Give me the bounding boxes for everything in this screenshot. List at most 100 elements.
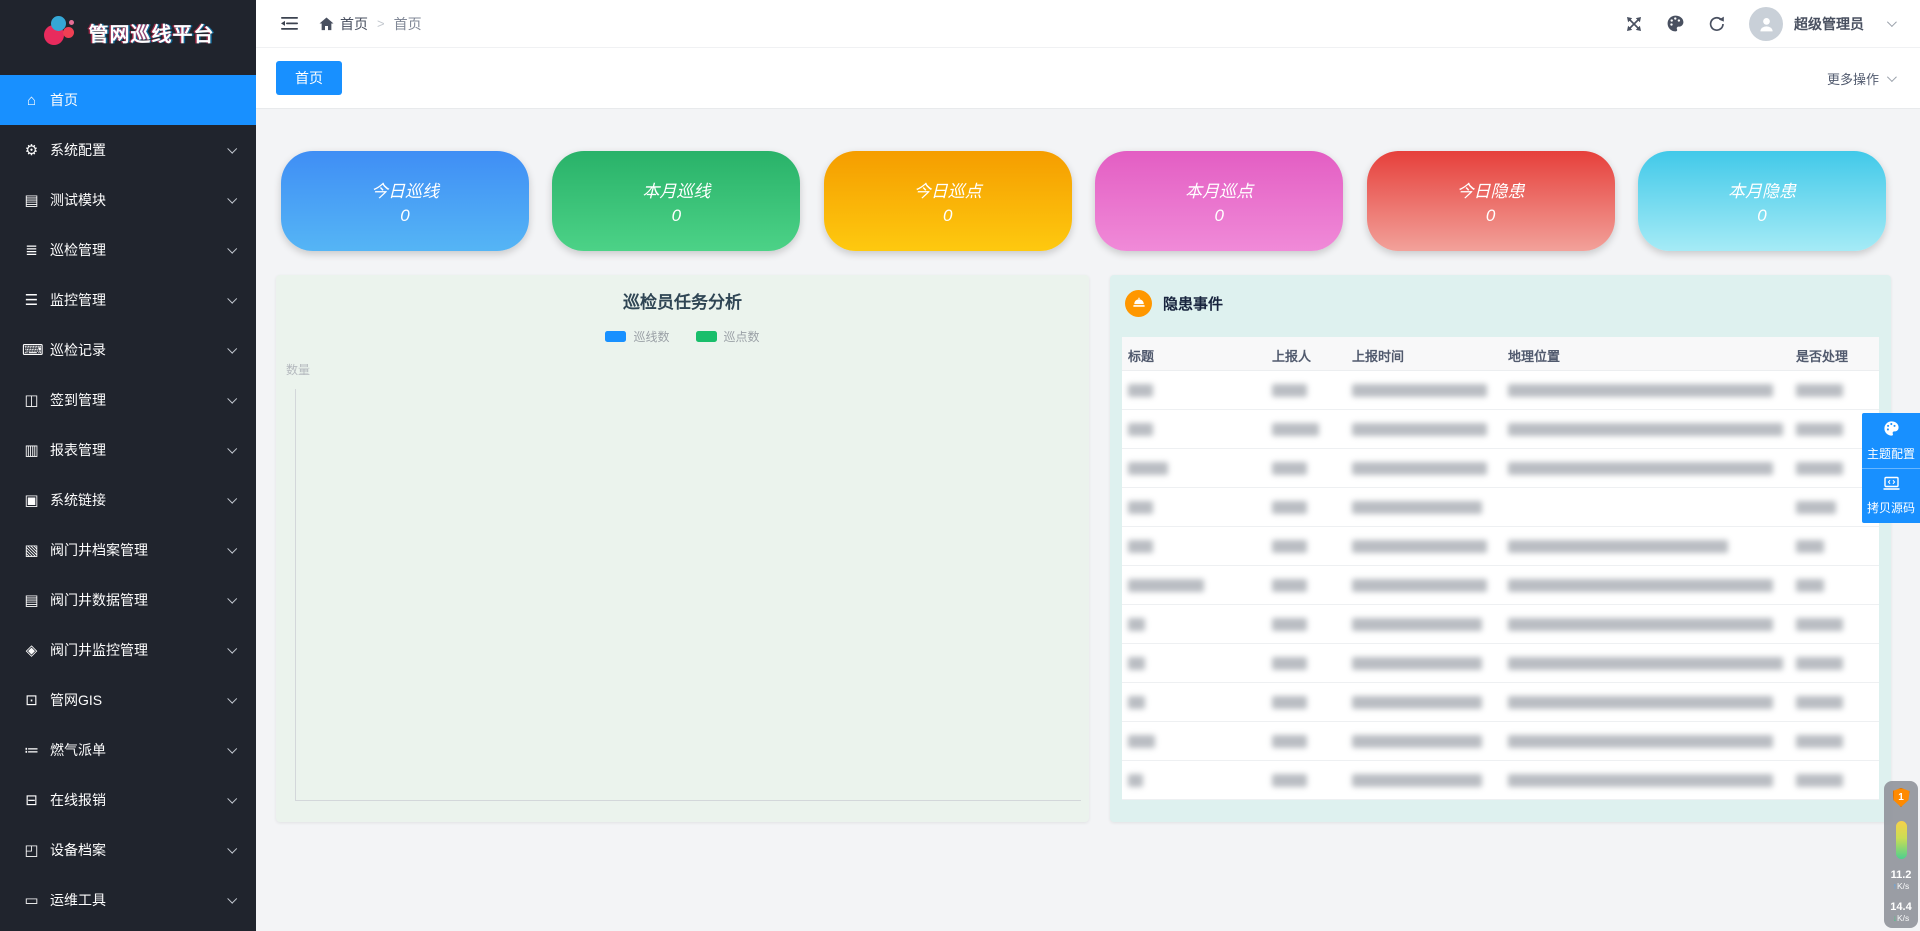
- sidebar-item-test-module[interactable]: ▤测试模块: [0, 175, 256, 225]
- copy-source-button[interactable]: 拷贝源码: [1862, 468, 1920, 523]
- user-name[interactable]: 超级管理员: [1794, 14, 1864, 34]
- sidebar-item-device-archive[interactable]: ◰设备档案: [0, 825, 256, 875]
- theme-palette-icon[interactable]: [1666, 14, 1685, 33]
- sidebar-item-inspection-records[interactable]: ⌨巡检记录: [0, 325, 256, 375]
- tab-bar: 首页 更多操作: [256, 48, 1920, 109]
- sidebar-item-gas-dispatch[interactable]: ≔ 燃气派单: [0, 725, 256, 775]
- column-header: 地理位置: [1508, 346, 1560, 365]
- redacted-cell: [1128, 423, 1153, 436]
- app-logo[interactable]: 管网巡线平台: [0, 0, 256, 64]
- redacted-cell: [1352, 423, 1487, 436]
- legend-label: 巡点数: [724, 328, 760, 345]
- table-row[interactable]: [1122, 449, 1879, 488]
- archive-icon: ▤: [22, 591, 41, 609]
- table-row[interactable]: [1122, 566, 1879, 605]
- legend-item[interactable]: 巡点数: [696, 328, 760, 345]
- sidebar-item-home[interactable]: ⌂首页: [0, 75, 256, 125]
- chevron-down-icon: [227, 394, 237, 404]
- user-menu-chevron-icon[interactable]: [1887, 17, 1897, 27]
- table-row[interactable]: [1122, 722, 1879, 761]
- sidebar-item-report-mgmt[interactable]: ▥报表管理: [0, 425, 256, 475]
- refresh-icon[interactable]: [1708, 15, 1726, 33]
- sidebar-item-valve-well-data[interactable]: ▤阀门井数据管理: [0, 575, 256, 625]
- book-icon: ◫: [22, 391, 41, 409]
- chevron-down-icon: [227, 294, 237, 304]
- redacted-cell: [1128, 462, 1168, 475]
- chevron-down-icon: [227, 194, 237, 204]
- sidebar-item-label: 设备档案: [50, 840, 106, 860]
- redacted-cell: [1352, 384, 1487, 397]
- sidebar-item-online-expense[interactable]: ⊟在线报销: [0, 775, 256, 825]
- redacted-cell: [1352, 657, 1482, 670]
- chevron-down-icon: [227, 594, 237, 604]
- legend-swatch: [696, 331, 717, 342]
- stat-card: 今日隐患0: [1367, 151, 1615, 251]
- database-icon: ≣: [22, 241, 41, 259]
- events-panel-title: 隐患事件: [1163, 293, 1223, 314]
- breadcrumb-home[interactable]: 首页: [319, 14, 368, 34]
- sidebar-item-checkin-mgmt[interactable]: ◫ 签到管理: [0, 375, 256, 425]
- breadcrumb-current[interactable]: 首页: [394, 14, 422, 34]
- sidebar-item-inspection-mgmt[interactable]: ≣巡检管理: [0, 225, 256, 275]
- table-row[interactable]: [1122, 488, 1879, 527]
- more-actions-button[interactable]: 更多操作: [1827, 69, 1894, 88]
- redacted-cell: [1796, 423, 1843, 436]
- sidebar-item-valve-well-archive[interactable]: ▧阀门井档案管理: [0, 525, 256, 575]
- chart-title: 巡检员任务分析: [276, 275, 1089, 313]
- sidebar-menu: ⌂首页 ⚙ 系统配置 ▤测试模块≣巡检管理☰监控管理⌨巡检记录 ◫ 签到管理 ▥报表管理▣系…: [0, 64, 256, 925]
- sidebar-item-monitor-mgmt[interactable]: ☰监控管理: [0, 275, 256, 325]
- redacted-cell: [1272, 384, 1307, 397]
- chevron-down-icon: [227, 844, 237, 854]
- redacted-cell: [1128, 657, 1145, 670]
- table-row[interactable]: [1122, 683, 1879, 722]
- fullscreen-icon[interactable]: [1625, 15, 1643, 33]
- sidebar-item-valve-well-monitor[interactable]: ◈阀门井监控管理: [0, 625, 256, 675]
- tab-home[interactable]: 首页: [276, 61, 342, 95]
- sidebar-item-ops-tools[interactable]: ▭运维工具: [0, 875, 256, 925]
- sidebar-item-label: 燃气派单: [50, 740, 106, 760]
- redacted-cell: [1796, 579, 1824, 592]
- chevron-down-icon: [227, 694, 237, 704]
- avatar[interactable]: [1749, 7, 1783, 41]
- table-row[interactable]: [1122, 644, 1879, 683]
- app-title: 管网巡线平台: [89, 18, 215, 47]
- sidebar-item-pipeline-gis[interactable]: ⊡管网GIS: [0, 675, 256, 725]
- stat-card-label: 今日巡线: [371, 177, 439, 202]
- redacted-cell: [1508, 696, 1773, 709]
- chart-legend: 巡线数 巡点数: [276, 328, 1089, 345]
- floating-tools: 主题配置拷贝源码: [1862, 413, 1920, 523]
- redacted-cell: [1508, 462, 1773, 475]
- gear-icon: ⚙: [22, 141, 41, 159]
- sidebar-item-label: 系统链接: [50, 490, 106, 510]
- theme-config-button[interactable]: 主题配置: [1862, 413, 1920, 468]
- redacted-cell: [1272, 618, 1307, 631]
- redacted-cell: [1272, 462, 1307, 475]
- redacted-cell: [1272, 774, 1307, 787]
- sidebar-item-label: 运维工具: [50, 890, 106, 910]
- table-row[interactable]: [1122, 410, 1879, 449]
- table-row[interactable]: [1122, 527, 1879, 566]
- redacted-cell: [1352, 579, 1487, 592]
- redacted-cell: [1508, 540, 1728, 553]
- chevron-down-icon: [227, 244, 237, 254]
- table-row[interactable]: [1122, 371, 1879, 410]
- sidebar-item-label: 签到管理: [50, 390, 106, 410]
- shield-badge-icon: 1: [1893, 788, 1910, 807]
- legend-item[interactable]: 巡线数: [605, 328, 669, 345]
- sidebar-item-label: 阀门井档案管理: [50, 540, 148, 560]
- table-row[interactable]: [1122, 605, 1879, 644]
- stat-card-value: 0: [672, 206, 681, 226]
- sidebar-item-system-links[interactable]: ▣系统链接: [0, 475, 256, 525]
- redacted-cell: [1508, 774, 1773, 787]
- stat-cards-row: 今日巡线0本月巡线0今日巡点0本月巡点0今日隐患0本月隐患0: [276, 151, 1891, 251]
- redacted-cell: [1128, 696, 1145, 709]
- net-speed-widget[interactable]: 1 11.2 ↑K/s 14.4 ↓K/s: [1884, 781, 1918, 928]
- table-row[interactable]: [1122, 761, 1879, 800]
- sidebar-item-label: 系统配置: [50, 140, 106, 160]
- inspector-task-chart-panel: 巡检员任务分析 巡线数巡点数 数量: [276, 275, 1089, 822]
- order-list-icon: ≔: [22, 741, 41, 759]
- stat-card-value: 0: [1757, 206, 1766, 226]
- collapse-menu-icon[interactable]: [280, 15, 299, 32]
- sidebar-item-system-config[interactable]: ⚙ 系统配置: [0, 125, 256, 175]
- stat-card-label: 本月巡点: [1185, 177, 1253, 202]
